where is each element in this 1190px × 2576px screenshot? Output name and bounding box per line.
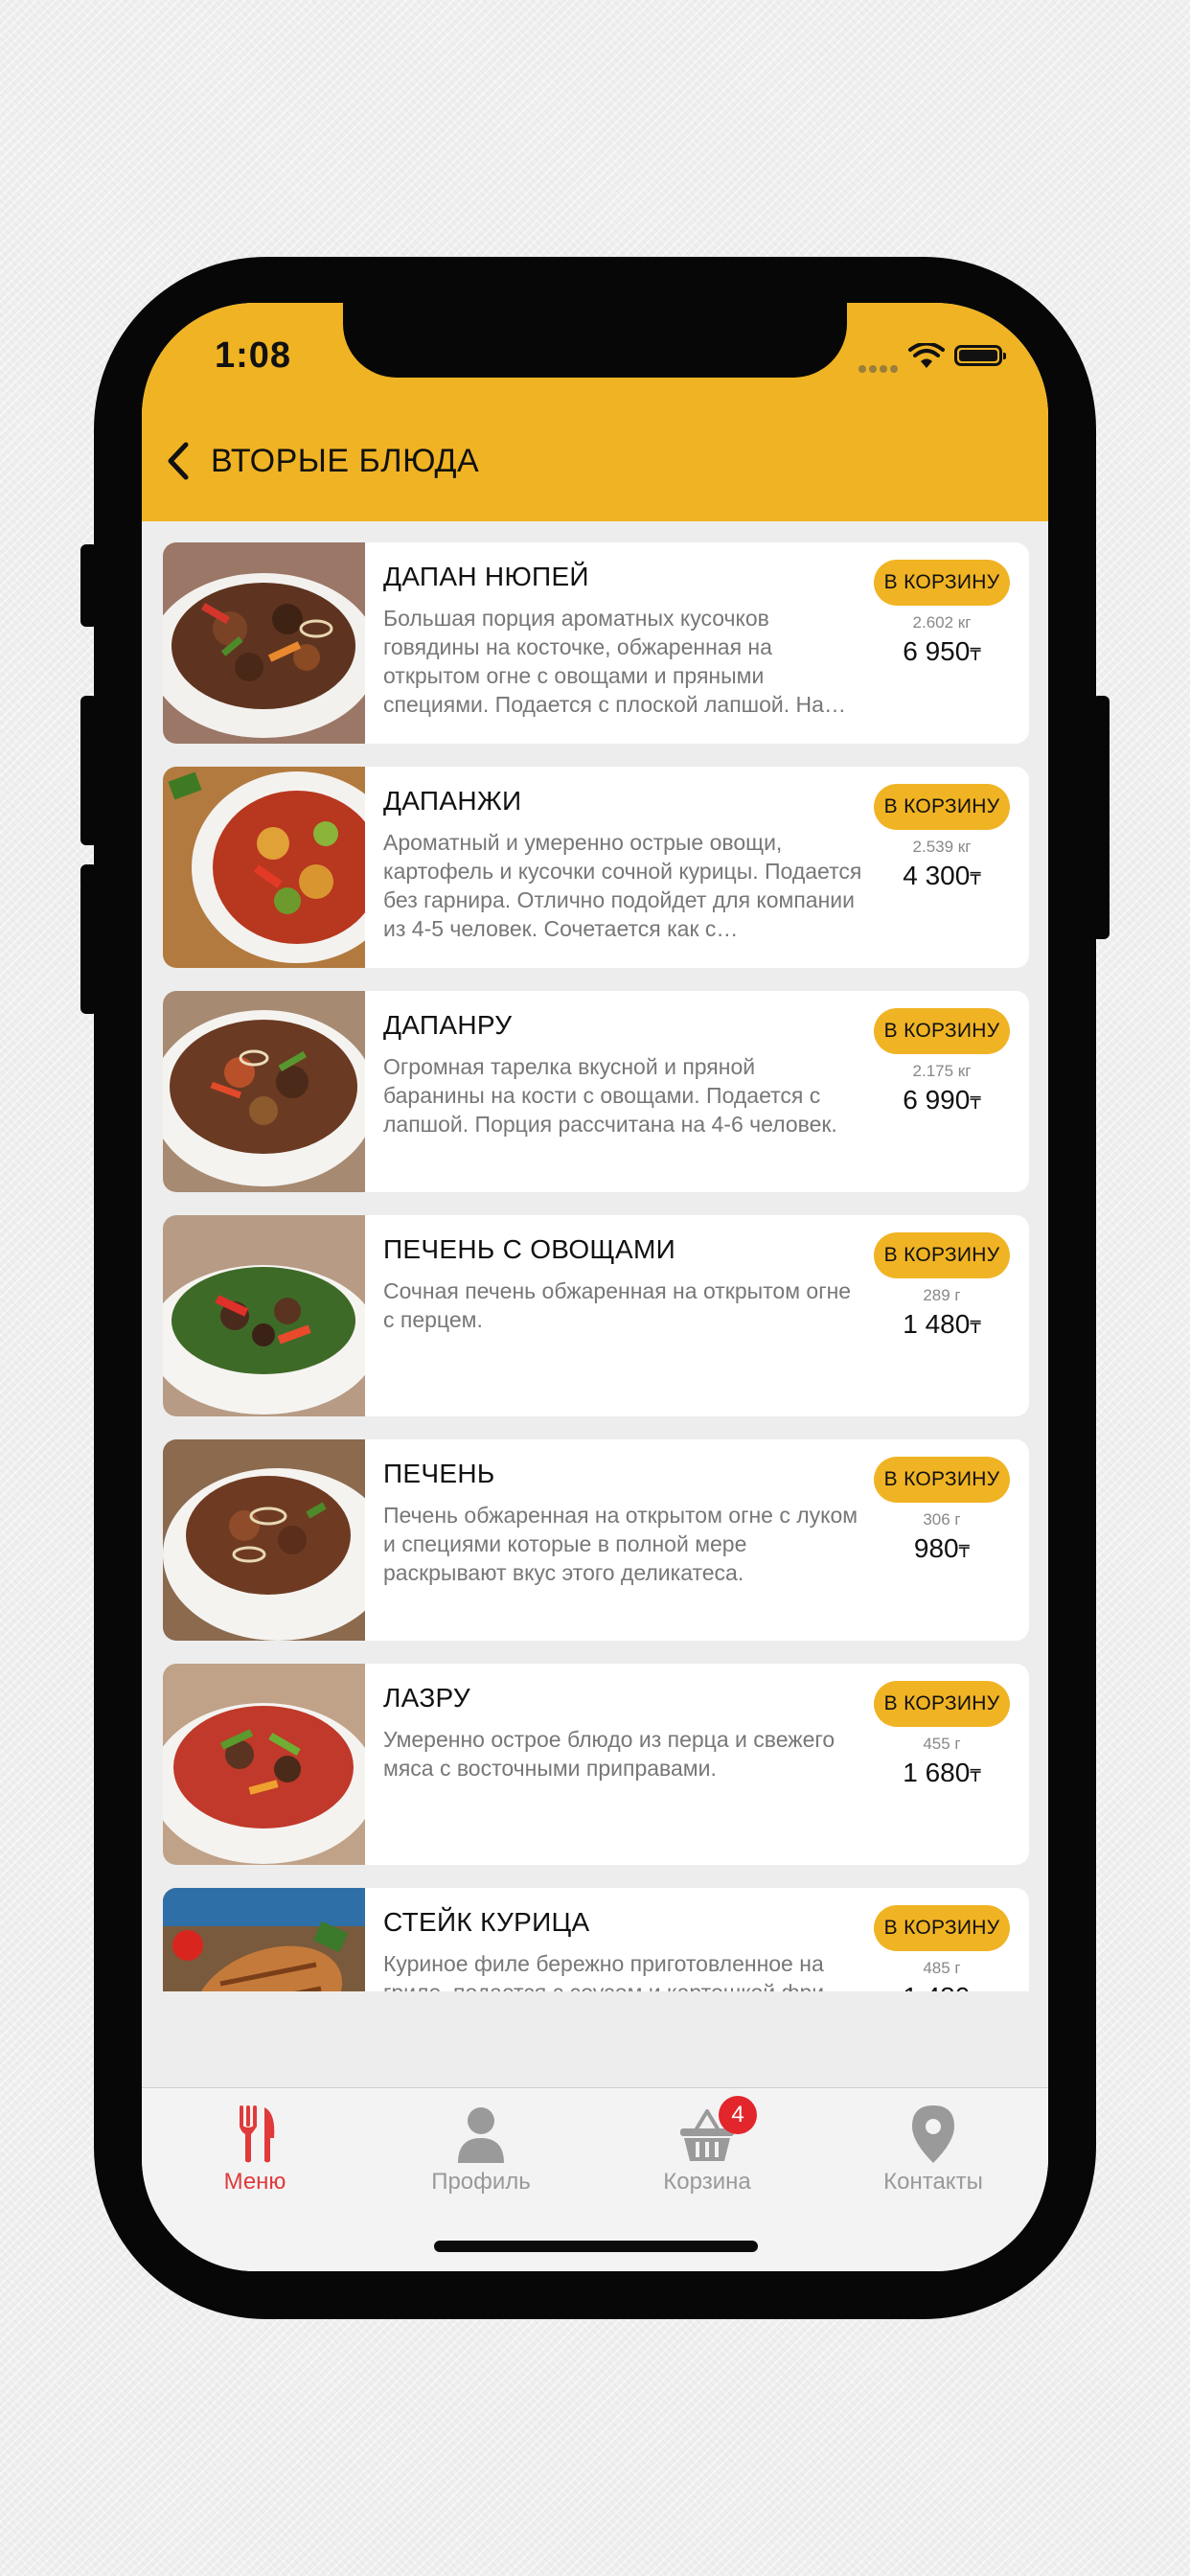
battery-icon [954,345,1006,366]
dish-photo [163,542,365,744]
home-indicator[interactable] [434,2241,758,2252]
price-value: 6 990 [903,1085,971,1115]
price-value: 4 300 [903,861,971,890]
tab-label: Меню [223,2169,286,2195]
menu-item-card[interactable]: ПЕЧЕНЬ Печень обжаренная на открытом огн… [163,1439,1029,1641]
price-value: 1 480 [903,1309,971,1339]
add-to-cart-button[interactable]: В КОРЗИНУ [874,1232,1010,1278]
currency-sign: ₸ [970,1990,980,1991]
signal-icon [858,360,901,378]
add-to-cart-button[interactable]: В КОРЗИНУ [874,784,1010,830]
tab-cart[interactable]: 4 Корзина [594,2088,820,2203]
dish-price: 1 480₸ [874,1982,1010,1991]
dish-price: 980₸ [874,1533,1010,1564]
dish-description: Куриное филе бережно приготовленное на г… [383,1951,831,1991]
currency-sign: ₸ [970,645,981,664]
page-title: ВТОРЫЕ БЛЮДА [211,443,480,479]
price-value: 1 480 [903,1982,970,1991]
header: ВТОРЫЕ БЛЮДА [142,399,1048,521]
dish-photo [163,1664,365,1865]
fork-knife-icon [240,2105,275,2163]
currency-sign: ₸ [970,1093,981,1113]
tab-label: Профиль [431,2169,531,2195]
status-time: 1:08 [215,335,292,376]
add-to-cart-button[interactable]: В КОРЗИНУ [874,560,1010,606]
dish-price: 1 680₸ [874,1758,1010,1788]
status-bar: 1:08 [142,303,1048,399]
dish-weight: 2.175 кг [912,1062,972,1080]
cart-count-badge: 4 [719,2096,757,2134]
tab-contacts[interactable]: Контакты [820,2088,1046,2203]
dish-photo [163,1215,365,1416]
dish-weight: 306 г [923,1510,961,1529]
dish-description: Сочная печень обжаренная на открытом огн… [383,1278,852,1332]
dish-description: Огромная тарелка вкусной и пряной барани… [383,1054,837,1137]
add-to-cart-button[interactable]: В КОРЗИНУ [874,1905,1010,1951]
dish-name: ПЕЧЕНЬ [383,1459,495,1488]
currency-sign: ₸ [970,1766,981,1785]
menu-item-card[interactable]: СТЕЙК КУРИЦА Куриное филе бережно пригот… [163,1888,1029,1991]
notch [343,303,847,378]
price-value: 980 [913,1533,959,1563]
tab-label: Контакты [883,2169,983,2195]
price-value: 6 950 [903,636,971,666]
tab-menu[interactable]: Меню [142,2088,368,2203]
dish-price: 4 300₸ [874,861,1010,891]
menu-item-card[interactable]: ДАПАНЖИ Ароматный и умеренно острые овощ… [163,767,1029,968]
currency-sign: ₸ [970,869,981,888]
add-to-cart-button[interactable]: В КОРЗИНУ [874,1008,1010,1054]
chevron-left-icon[interactable] [159,439,197,483]
menu-item-card[interactable]: ДАПАНРУ Огромная тарелка вкусной и пряно… [163,991,1029,1192]
dish-weight: 289 г [923,1286,961,1304]
add-to-cart-button[interactable]: В КОРЗИНУ [874,1681,1010,1727]
add-to-cart-button[interactable]: В КОРЗИНУ [874,1457,1010,1503]
menu-item-card[interactable]: ДАПАН НЮПЕЙ Большая порция ароматных кус… [163,542,1029,744]
dish-weight: 2.602 кг [912,613,972,632]
dish-price: 6 950₸ [874,636,1010,667]
location-pin-icon [912,2105,954,2163]
dish-name: ДАПАН НЮПЕЙ [383,562,589,591]
app-screen: 1:08 ВТОРЫЕ БЛЮДА ДАПАН НЮПЕЙ Большая по… [142,303,1048,2271]
dish-price: 1 480₸ [874,1309,1010,1340]
dish-name: ЛАЗРУ [383,1683,470,1713]
dish-weight: 485 г [923,1959,961,1977]
menu-list[interactable]: ДАПАН НЮПЕЙ Большая порция ароматных кус… [142,521,1048,1991]
dish-weight: 455 г [923,1735,961,1753]
dish-photo [163,1888,365,1991]
dish-price: 6 990₸ [874,1085,1010,1116]
dish-name: ПЕЧЕНЬ С ОВОЩАМИ [383,1234,675,1264]
dish-photo [163,767,365,968]
dish-name: ДАПАНРУ [383,1010,513,1040]
dish-description: Печень обжаренная на открытом огне с лук… [383,1503,858,1585]
wifi-icon [908,343,945,368]
dish-description: Умеренно острое блюдо из перца и свежего… [383,1727,835,1781]
dish-photo [163,1439,365,1641]
dish-name: ДАПАНЖИ [383,786,522,816]
tab-profile[interactable]: Профиль [368,2088,594,2203]
currency-sign: ₸ [958,1542,971,1561]
dish-photo [163,991,365,1192]
menu-item-card[interactable]: ПЕЧЕНЬ С ОВОЩАМИ Сочная печень обжаренна… [163,1215,1029,1416]
dish-weight: 2.539 кг [912,838,972,856]
tab-label: Корзина [663,2169,751,2195]
dish-description: Ароматный и умеренно острые овощи, карто… [383,830,862,941]
menu-item-card[interactable]: ЛАЗРУ Умеренно острое блюдо из перца и с… [163,1664,1029,1865]
user-icon [458,2107,504,2163]
price-value: 1 680 [903,1758,971,1787]
currency-sign: ₸ [970,1318,981,1337]
dish-name: СТЕЙК КУРИЦА [383,1907,590,1937]
dish-description: Большая порция ароматных кусочков говяди… [383,606,846,717]
